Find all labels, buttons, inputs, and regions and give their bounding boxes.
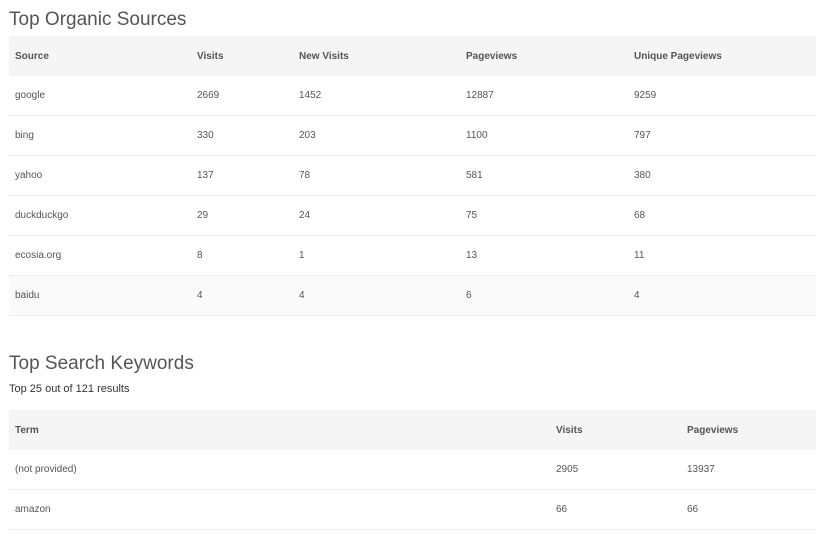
cell-new-visits: 203	[293, 115, 460, 156]
cell-source: baidu	[9, 275, 191, 316]
cell-unique-pageviews: 68	[628, 195, 816, 236]
cell-visits: 29	[191, 195, 293, 236]
column-header-pageviews[interactable]: Pageviews	[681, 410, 816, 450]
table-row: baidu 4 4 6 4	[9, 275, 816, 316]
cell-new-visits: 78	[293, 155, 460, 196]
cell-visits: 66	[550, 489, 681, 530]
cell-visits: 2905	[550, 450, 681, 490]
cell-visits: 4	[191, 275, 293, 316]
table-row: yahoo 137 78 581 380	[9, 155, 816, 196]
cell-unique-pageviews: 797	[628, 115, 816, 156]
column-header-source[interactable]: Source	[9, 36, 191, 76]
cell-visits: 2669	[191, 76, 293, 116]
table-row: google 2669 1452 12887 9259	[9, 76, 816, 116]
cell-source: duckduckgo	[9, 195, 191, 236]
table-row: duckduckgo 29 24 75 68	[9, 195, 816, 236]
cell-pageviews: 581	[460, 155, 628, 196]
cell-pageviews: 13	[460, 235, 628, 276]
cell-source: bing	[9, 115, 191, 156]
cell-pageviews: 1100	[460, 115, 628, 156]
column-header-visits[interactable]: Visits	[191, 36, 293, 76]
cell-pageviews: 6	[460, 275, 628, 316]
column-header-pageviews[interactable]: Pageviews	[460, 36, 628, 76]
cell-new-visits: 1	[293, 235, 460, 276]
cell-pageviews: 13937	[681, 450, 816, 490]
cell-new-visits: 1452	[293, 76, 460, 116]
search-keywords-title: Top Search Keywords	[9, 353, 194, 374]
column-header-visits[interactable]: Visits	[550, 410, 681, 450]
column-header-new-visits[interactable]: New Visits	[293, 36, 460, 76]
column-header-unique-pageviews[interactable]: Unique Pageviews	[628, 36, 816, 76]
cell-visits: 8	[191, 235, 293, 276]
table-row: bing 330 203 1100 797	[9, 115, 816, 156]
organic-sources-title: Top Organic Sources	[9, 9, 187, 30]
search-keywords-table: Term Visits Pageviews (not provided) 290…	[9, 410, 816, 530]
cell-source: google	[9, 76, 191, 116]
results-count-text: Top 25 out of 121 results	[9, 383, 130, 395]
cell-source: ecosia.org	[9, 235, 191, 276]
cell-visits: 137	[191, 155, 293, 196]
table-row: amazon 66 66	[9, 489, 816, 530]
cell-pageviews: 66	[681, 489, 816, 530]
column-header-term[interactable]: Term	[9, 410, 550, 450]
cell-term: amazon	[9, 489, 550, 530]
analytics-page: Top Organic Sources Source Visits New Vi…	[0, 0, 816, 538]
cell-unique-pageviews: 4	[628, 275, 816, 316]
table-row: ecosia.org 8 1 13 11	[9, 235, 816, 276]
cell-unique-pageviews: 11	[628, 235, 816, 276]
cell-pageviews: 12887	[460, 76, 628, 116]
cell-new-visits: 24	[293, 195, 460, 236]
cell-pageviews: 75	[460, 195, 628, 236]
cell-source: yahoo	[9, 155, 191, 196]
table-row: (not provided) 2905 13937	[9, 450, 816, 490]
cell-visits: 330	[191, 115, 293, 156]
cell-term: (not provided)	[9, 450, 550, 490]
cell-unique-pageviews: 380	[628, 155, 816, 196]
table-header-row: Source Visits New Visits Pageviews Uniqu…	[9, 36, 816, 76]
cell-new-visits: 4	[293, 275, 460, 316]
organic-sources-table: Source Visits New Visits Pageviews Uniqu…	[9, 36, 816, 316]
table-header-row: Term Visits Pageviews	[9, 410, 816, 450]
cell-unique-pageviews: 9259	[628, 76, 816, 116]
